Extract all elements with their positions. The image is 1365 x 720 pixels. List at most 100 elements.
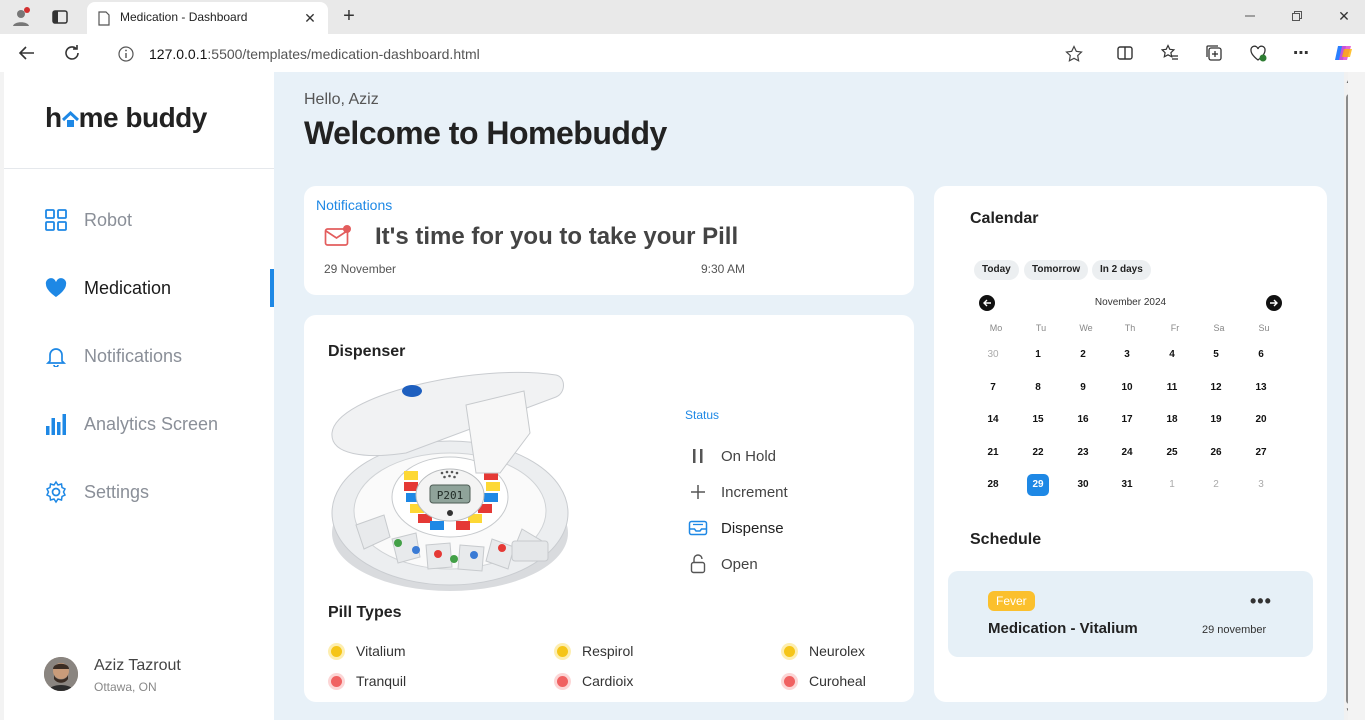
tab-title: Medication - Dashboard — [120, 10, 248, 24]
scrollbar-thumb[interactable] — [1346, 94, 1348, 704]
calendar-day[interactable]: 9 — [1068, 377, 1098, 399]
scrollbar[interactable]: ▲ ▼ — [1344, 72, 1348, 720]
calendar-day[interactable]: 3 — [1246, 474, 1276, 496]
back-icon[interactable] — [17, 43, 37, 63]
dispense-button[interactable]: Dispense — [688, 518, 784, 538]
more-options-icon[interactable]: ••• — [1250, 591, 1272, 612]
sidebar-item-notifications[interactable]: Notifications — [44, 341, 182, 371]
url-host: 127.0.0.1 — [149, 46, 208, 62]
calendar-day[interactable]: 24 — [1112, 442, 1142, 464]
calendar-day[interactable]: 13 — [1246, 377, 1276, 399]
notification-time: 9:30 AM — [701, 262, 746, 276]
new-tab-icon[interactable]: + — [339, 5, 359, 27]
scroll-up-icon[interactable]: ▲ — [1345, 76, 1348, 85]
calendar-day[interactable]: 25 — [1157, 442, 1187, 464]
calendar-day[interactable]: 1 — [1157, 474, 1187, 496]
sidebar-item-analytics[interactable]: Analytics Screen — [44, 409, 218, 439]
calendar-card: Calendar Today Tomorrow In 2 days Novemb… — [934, 186, 1327, 702]
page-title: Welcome to Homebuddy — [304, 115, 667, 151]
calendar-day[interactable]: 14 — [978, 409, 1008, 431]
browser-essentials-icon[interactable] — [1248, 43, 1268, 63]
chip-in-2-days[interactable]: In 2 days — [1092, 260, 1151, 280]
restore-icon[interactable] — [1287, 6, 1307, 26]
calendar-day[interactable]: 7 — [978, 377, 1008, 399]
next-month-icon[interactable] — [1266, 295, 1282, 311]
more-menu-icon[interactable]: ⋯ — [1291, 43, 1311, 63]
logo[interactable]: h me buddy — [45, 102, 207, 134]
calendar-day[interactable]: 22 — [1023, 442, 1053, 464]
weekday-label: Th — [1124, 323, 1136, 333]
calendar-day[interactable]: 31 — [1112, 474, 1142, 496]
calendar-day[interactable]: 27 — [1246, 442, 1276, 464]
pill-name: Cardioix — [582, 673, 634, 689]
calendar-day[interactable]: 10 — [1112, 377, 1142, 399]
close-tab-icon[interactable]: ✕ — [302, 10, 318, 26]
profile-icon[interactable] — [10, 6, 32, 28]
calendar-day[interactable]: 30 — [1068, 474, 1098, 496]
pill-type-item: Neurolex — [784, 643, 865, 659]
calendar-day[interactable]: 6 — [1246, 344, 1276, 366]
sidebar-item-settings[interactable]: Settings — [44, 477, 149, 507]
plus-icon — [688, 482, 708, 502]
chip-today[interactable]: Today — [974, 260, 1019, 280]
calendar-day[interactable]: 26 — [1201, 442, 1231, 464]
calendar-day[interactable]: 19 — [1201, 409, 1231, 431]
open-label: Open — [721, 555, 758, 573]
on-hold-button[interactable]: On Hold — [688, 446, 776, 466]
calendar-day[interactable]: 12 — [1201, 377, 1231, 399]
copilot-icon[interactable] — [1333, 42, 1355, 64]
calendar-day[interactable]: 8 — [1023, 377, 1053, 399]
open-button[interactable]: Open — [688, 554, 758, 574]
increment-button[interactable]: Increment — [688, 482, 788, 502]
calendar-day[interactable]: 1 — [1023, 344, 1053, 366]
close-window-icon[interactable]: ✕ — [1334, 6, 1354, 26]
calendar-day[interactable]: 21 — [978, 442, 1008, 464]
sidebar-item-label: Analytics Screen — [84, 413, 219, 434]
dispense-label: Dispense — [721, 519, 784, 537]
favorites-icon[interactable] — [1160, 43, 1180, 63]
calendar-day[interactable]: 2 — [1201, 474, 1231, 496]
calendar-day[interactable]: 2 — [1068, 344, 1098, 366]
calendar-day[interactable]: 11 — [1157, 377, 1187, 399]
minimize-icon[interactable] — [1240, 6, 1260, 26]
pill-dot — [784, 645, 795, 657]
split-screen-icon[interactable] — [1115, 43, 1135, 63]
calendar-day[interactable]: 29 — [1027, 474, 1049, 496]
site-info-icon[interactable] — [117, 45, 135, 63]
calendar-day[interactable]: 3 — [1112, 344, 1142, 366]
schedule-item[interactable]: Fever ••• Medication - Vitalium 29 novem… — [948, 571, 1313, 657]
calendar-day[interactable]: 30 — [978, 344, 1008, 366]
collections-icon[interactable] — [1204, 43, 1224, 63]
calendar-day[interactable]: 17 — [1112, 409, 1142, 431]
user-name: Aziz Tazrout — [94, 657, 181, 674]
mail-alert-icon — [324, 224, 352, 248]
sidebar-item-robot[interactable]: Robot — [44, 205, 132, 235]
chip-tomorrow[interactable]: Tomorrow — [1024, 260, 1089, 280]
avatar[interactable] — [44, 657, 78, 691]
weekday-label: We — [1079, 323, 1093, 333]
calendar-day[interactable]: 15 — [1023, 409, 1053, 431]
calendar-day[interactable]: 5 — [1201, 344, 1231, 366]
calendar-day[interactable]: 16 — [1068, 409, 1098, 431]
pill-type-item: Cardioix — [557, 673, 633, 689]
calendar-day[interactable]: 4 — [1157, 344, 1187, 366]
calendar-day[interactable]: 20 — [1246, 409, 1276, 431]
calendar-day[interactable]: 28 — [978, 474, 1008, 496]
tab-actions-icon[interactable] — [50, 7, 70, 27]
bell-icon — [44, 344, 68, 368]
calendar-day[interactable]: 18 — [1157, 409, 1187, 431]
weekday-label: Tu — [1035, 323, 1047, 333]
scroll-down-icon[interactable]: ▼ — [1345, 706, 1348, 715]
url-field[interactable]: 127.0.0.1:5500/templates/medication-dash… — [100, 38, 1098, 68]
weekday-label: Su — [1258, 323, 1270, 333]
pill-name: Curoheal — [809, 673, 866, 689]
reload-icon[interactable] — [62, 43, 82, 63]
favorite-star-icon[interactable] — [1064, 44, 1084, 64]
sidebar-item-medication[interactable]: Medication — [44, 273, 171, 303]
pill-dot — [557, 675, 568, 687]
logo-left: h — [45, 102, 62, 133]
calendar-day[interactable]: 23 — [1068, 442, 1098, 464]
address-bar-row: 127.0.0.1:5500/templates/medication-dash… — [0, 34, 1365, 72]
browser-tab[interactable]: Medication - Dashboard ✕ — [87, 2, 328, 34]
notification-card[interactable]: Notifications It's time for you to take … — [304, 186, 914, 295]
